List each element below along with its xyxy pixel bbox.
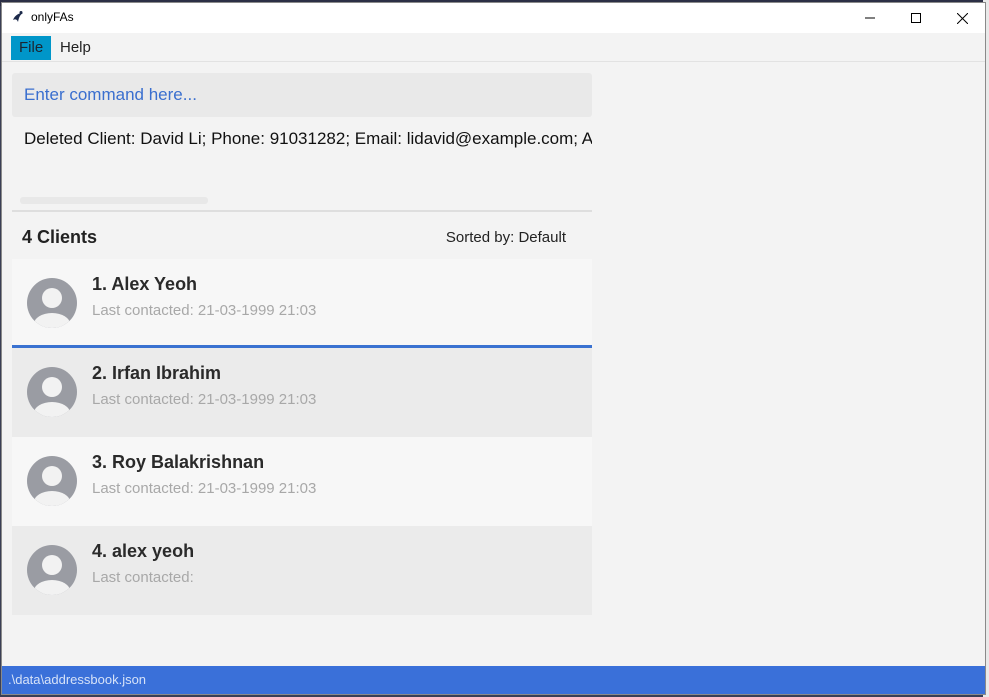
client-name: 1. Alex Yeoh xyxy=(92,274,198,294)
maximize-button[interactable] xyxy=(893,3,939,33)
command-box xyxy=(12,73,592,117)
client-card[interactable]: 2. Irfan Ibrahim Last contacted: 21-03-1… xyxy=(12,348,592,437)
minimize-icon xyxy=(865,17,875,19)
client-last-contacted: Last contacted: 21-03-1999 21:03 xyxy=(92,302,317,319)
minimize-button[interactable] xyxy=(847,3,893,33)
status-bar: .\data\addressbook.json xyxy=(2,666,985,694)
client-card[interactable]: 1. Alex Yeoh Last contacted: 21-03-1999 … xyxy=(12,259,592,348)
app-window: onlyFAs File Help Deleted Client: David … xyxy=(1,2,986,695)
sort-order-label: Sorted by: Default xyxy=(445,229,566,246)
avatar-icon xyxy=(27,367,77,417)
close-button[interactable] xyxy=(939,3,985,33)
panel-divider xyxy=(12,210,592,212)
app-logo-icon xyxy=(10,9,26,25)
command-input[interactable] xyxy=(12,73,592,117)
menu-bar: File Help xyxy=(2,33,985,62)
menu-file[interactable]: File xyxy=(11,36,52,60)
client-last-contacted: Last contacted: xyxy=(92,569,194,586)
client-last-contacted: Last contacted: 21-03-1999 21:03 xyxy=(92,391,317,408)
result-horizontal-scrollbar[interactable] xyxy=(20,197,208,204)
data-file-path: .\data\addressbook.json xyxy=(8,672,147,687)
close-icon xyxy=(956,12,968,24)
window-title: onlyFAs xyxy=(31,10,74,24)
avatar-icon xyxy=(27,278,77,328)
result-message: Deleted Client: David Li; Phone: 9103128… xyxy=(24,129,592,148)
client-name: 2. Irfan Ibrahim xyxy=(92,363,222,383)
maximize-icon xyxy=(911,13,921,23)
client-list: 1. Alex Yeoh Last contacted: 21-03-1999 … xyxy=(12,259,592,615)
avatar-icon xyxy=(27,545,77,595)
client-name: 4. alex yeoh xyxy=(92,541,195,561)
menu-help[interactable]: Help xyxy=(52,36,99,60)
result-display[interactable]: Deleted Client: David Li; Phone: 9103128… xyxy=(12,121,592,211)
client-card[interactable]: 3. Roy Balakrishnan Last contacted: 21-0… xyxy=(12,437,592,526)
client-card[interactable]: 4. alex yeoh Last contacted: xyxy=(12,526,592,615)
client-count-label: 4 Clients xyxy=(22,227,98,247)
client-last-contacted: Last contacted: 21-03-1999 21:03 xyxy=(92,480,317,497)
avatar-icon xyxy=(27,456,77,506)
title-bar[interactable]: onlyFAs xyxy=(2,3,985,33)
client-name: 3. Roy Balakrishnan xyxy=(92,452,265,472)
client-list-header: 4 Clients Sorted by: Default xyxy=(12,227,592,251)
